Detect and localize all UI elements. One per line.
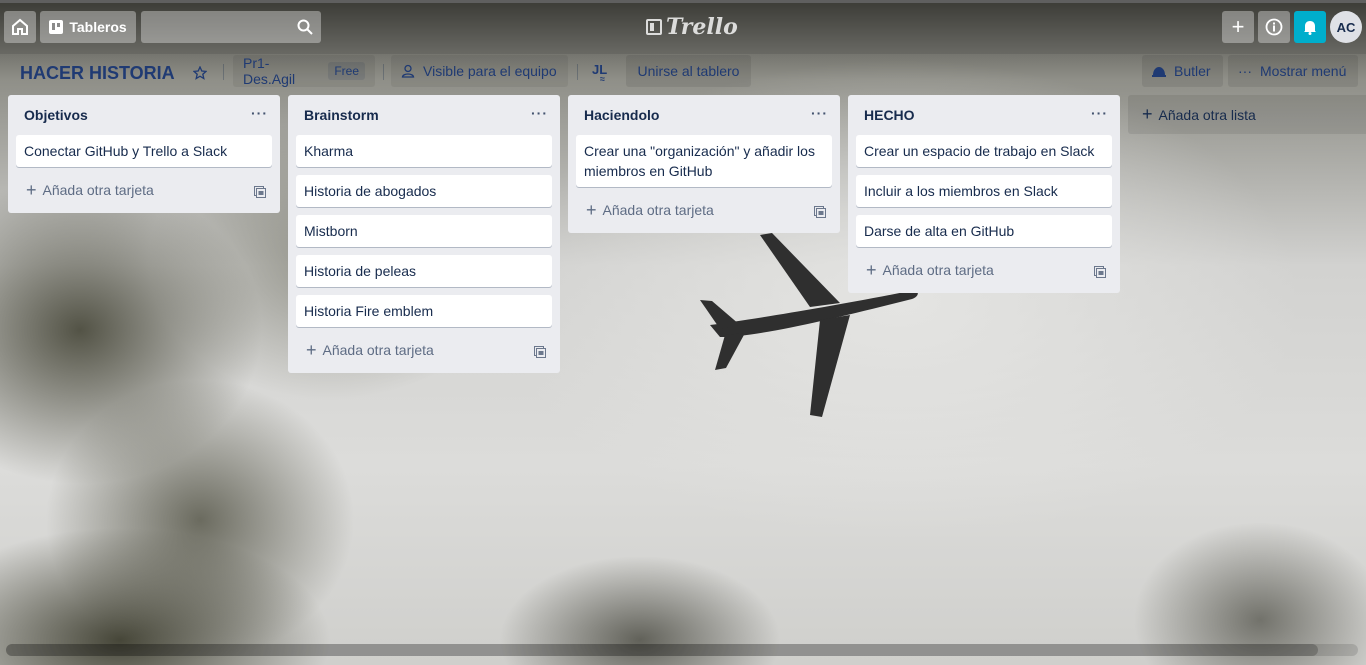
card[interactable]: Crear una "organización" y añadir los mi…: [576, 135, 832, 187]
list-objetivos[interactable]: Objetivos ··· Conectar GitHub y Trello a…: [8, 95, 280, 213]
plan-badge: Free: [328, 62, 365, 80]
more-dots-icon: ···: [1238, 63, 1252, 79]
list-hecho[interactable]: HECHO ··· Crear un espacio de trabajo en…: [848, 95, 1120, 293]
list-menu-icon[interactable]: ···: [531, 105, 548, 121]
show-menu-label: Mostrar menú: [1260, 63, 1347, 79]
add-list-button[interactable]: + Añada otra lista: [1128, 95, 1366, 134]
header-separator: [223, 64, 224, 80]
card[interactable]: Conectar GitHub y Trello a Slack: [16, 135, 272, 167]
board-header: HACER HISTORIA Pr1-Des.Agil Free Visible…: [0, 54, 1366, 90]
team-name: Pr1-Des.Agil: [243, 55, 296, 87]
home-button[interactable]: [4, 11, 36, 43]
list-title[interactable]: Haciendolo: [584, 107, 659, 123]
card[interactable]: Incluir a los miembros en Slack: [856, 175, 1112, 207]
list-haciendolo[interactable]: Haciendolo ··· Crear una "organización" …: [568, 95, 840, 233]
list-title[interactable]: Objetivos: [24, 107, 88, 123]
list-brainstorm[interactable]: Brainstorm ··· Kharma Historia de abogad…: [288, 95, 560, 373]
boards-button[interactable]: Tableros: [40, 11, 136, 43]
star-button[interactable]: [186, 59, 214, 87]
member-avatar[interactable]: JL ≈: [592, 62, 607, 84]
info-icon: [1265, 18, 1283, 36]
add-list-label: Añada otra lista: [1158, 106, 1256, 123]
add-card-label: Añada otra tarjeta: [602, 202, 714, 218]
plus-icon: +: [26, 180, 37, 200]
plus-icon: +: [866, 260, 877, 280]
team-button[interactable]: Pr1-Des.Agil Free: [233, 55, 375, 87]
search-input[interactable]: [141, 11, 301, 45]
add-card-button[interactable]: + Añada otra tarjeta: [306, 341, 434, 359]
window-edge: [0, 0, 1366, 3]
list-footer: + Añada otra tarjeta: [568, 195, 840, 233]
card-template-icon[interactable]: [1094, 266, 1106, 278]
list-header: Objetivos ···: [8, 95, 280, 135]
notifications-button[interactable]: [1294, 11, 1326, 43]
card[interactable]: Historia de peleas: [296, 255, 552, 287]
add-card-button[interactable]: + Añada otra tarjeta: [866, 261, 994, 279]
list-header: Haciendolo ···: [568, 95, 840, 135]
trello-logo-text: Trello: [666, 14, 738, 40]
add-card-label: Añada otra tarjeta: [882, 262, 994, 278]
join-board-label: Unirse al tablero: [637, 63, 740, 79]
bell-icon: [1304, 21, 1316, 35]
show-menu-button[interactable]: ··· Mostrar menú: [1228, 55, 1358, 87]
card[interactable]: Crear un espacio de trabajo en Slack: [856, 135, 1112, 167]
visibility-label: Visible para el equipo: [423, 63, 557, 79]
avatar-initials: AC: [1336, 19, 1356, 35]
card-template-icon[interactable]: [814, 206, 826, 218]
add-card-label: Añada otra tarjeta: [322, 342, 434, 358]
list-header: HECHO ···: [848, 95, 1120, 135]
card[interactable]: Mistborn: [296, 215, 552, 247]
card[interactable]: Historia de abogados: [296, 175, 552, 207]
card[interactable]: Darse de alta en GitHub: [856, 215, 1112, 247]
list-footer: + Añada otra tarjeta: [8, 175, 280, 213]
add-card-label: Añada otra tarjeta: [42, 182, 154, 198]
admin-chevron-icon: ≈: [600, 74, 605, 84]
boards-label: Tableros: [69, 19, 127, 35]
scrollbar-thumb[interactable]: [6, 644, 1318, 656]
list-title[interactable]: Brainstorm: [304, 107, 379, 123]
plus-icon: +: [586, 200, 597, 220]
list-menu-icon[interactable]: ···: [251, 105, 268, 121]
card-template-icon[interactable]: [534, 346, 546, 358]
top-navigation-bar: Tableros Trello + AC: [0, 0, 1366, 54]
list-footer: + Añada otra tarjeta: [848, 255, 1120, 293]
board-title[interactable]: HACER HISTORIA: [12, 57, 183, 89]
card[interactable]: Kharma: [296, 135, 552, 167]
trello-logo[interactable]: Trello: [646, 14, 738, 40]
user-avatar[interactable]: AC: [1330, 11, 1362, 43]
info-button[interactable]: [1258, 11, 1290, 43]
add-card-button[interactable]: + Añada otra tarjeta: [26, 181, 154, 199]
star-icon: [193, 66, 207, 80]
butler-button[interactable]: Butler: [1142, 55, 1223, 87]
card[interactable]: Historia Fire emblem: [296, 295, 552, 327]
boards-icon: [49, 20, 64, 34]
horizontal-scrollbar[interactable]: [6, 644, 1358, 656]
visibility-button[interactable]: Visible para el equipo: [391, 55, 568, 87]
butler-bell-icon: [1152, 67, 1166, 77]
header-separator: [383, 64, 384, 80]
butler-label: Butler: [1174, 63, 1211, 79]
card-template-icon[interactable]: [254, 186, 266, 198]
search-box[interactable]: [141, 11, 321, 45]
list-footer: + Añada otra tarjeta: [288, 335, 560, 373]
plus-icon: +: [1231, 14, 1245, 39]
team-visibility-icon: [401, 64, 415, 78]
plus-icon: +: [306, 340, 317, 360]
header-separator: [577, 64, 578, 80]
list-title[interactable]: HECHO: [864, 107, 915, 123]
create-button[interactable]: +: [1222, 11, 1254, 43]
list-menu-icon[interactable]: ···: [811, 105, 828, 121]
trello-logo-icon: [646, 19, 662, 35]
list-header: Brainstorm ···: [288, 95, 560, 135]
plus-icon: +: [1142, 104, 1153, 124]
list-menu-icon[interactable]: ···: [1091, 105, 1108, 121]
add-card-button[interactable]: + Añada otra tarjeta: [586, 201, 714, 219]
home-icon: [12, 18, 28, 35]
join-board-button[interactable]: Unirse al tablero: [626, 55, 751, 87]
